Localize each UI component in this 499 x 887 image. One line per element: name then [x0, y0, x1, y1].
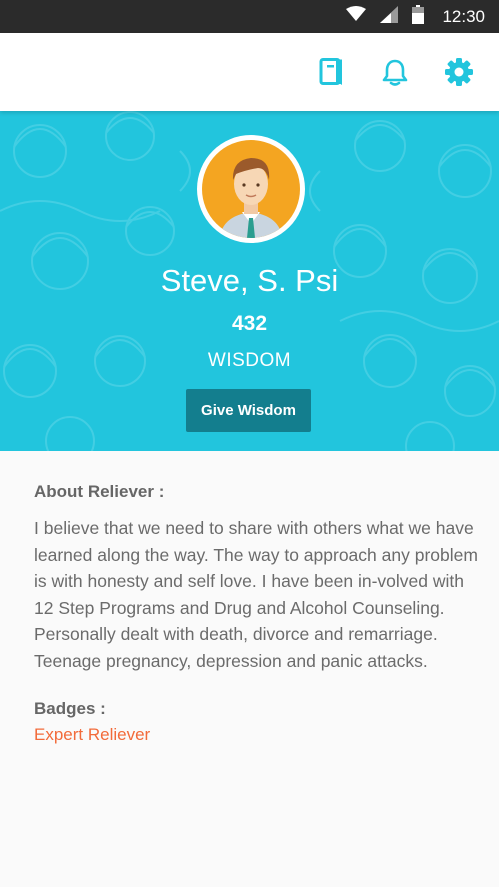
about-text: I believe that we need to share with oth… — [34, 518, 478, 671]
about-heading: About Reliever : — [34, 482, 165, 501]
profile-details: About Reliever : I believe that we need … — [34, 482, 480, 745]
badge-item[interactable]: Expert Reliever — [34, 725, 150, 745]
bell-icon[interactable] — [381, 57, 409, 87]
battery-icon — [412, 4, 425, 29]
app-bar — [0, 33, 499, 111]
gear-icon[interactable] — [445, 57, 473, 87]
wifi-icon — [346, 6, 367, 27]
status-icons: 12:30 — [346, 0, 485, 33]
avatar-illustration — [202, 140, 300, 238]
status-bar: 12:30 — [0, 0, 499, 33]
badges-heading: Badges : — [34, 699, 106, 718]
status-time: 12:30 — [442, 6, 485, 26]
wisdom-label: WISDOM — [207, 350, 292, 371]
wisdom-score: 432 — [231, 312, 268, 335]
profile-name: Steve, S. Psi — [160, 263, 339, 298]
avatar — [197, 135, 305, 243]
app-bar-actions — [317, 57, 473, 87]
journal-icon[interactable] — [317, 57, 345, 87]
give-wisdom-button[interactable]: Give Wisdom — [186, 389, 311, 432]
signal-icon — [380, 5, 399, 28]
profile-header: Steve, S. Psi 432 WISDOM Give Wisdom — [0, 111, 499, 451]
